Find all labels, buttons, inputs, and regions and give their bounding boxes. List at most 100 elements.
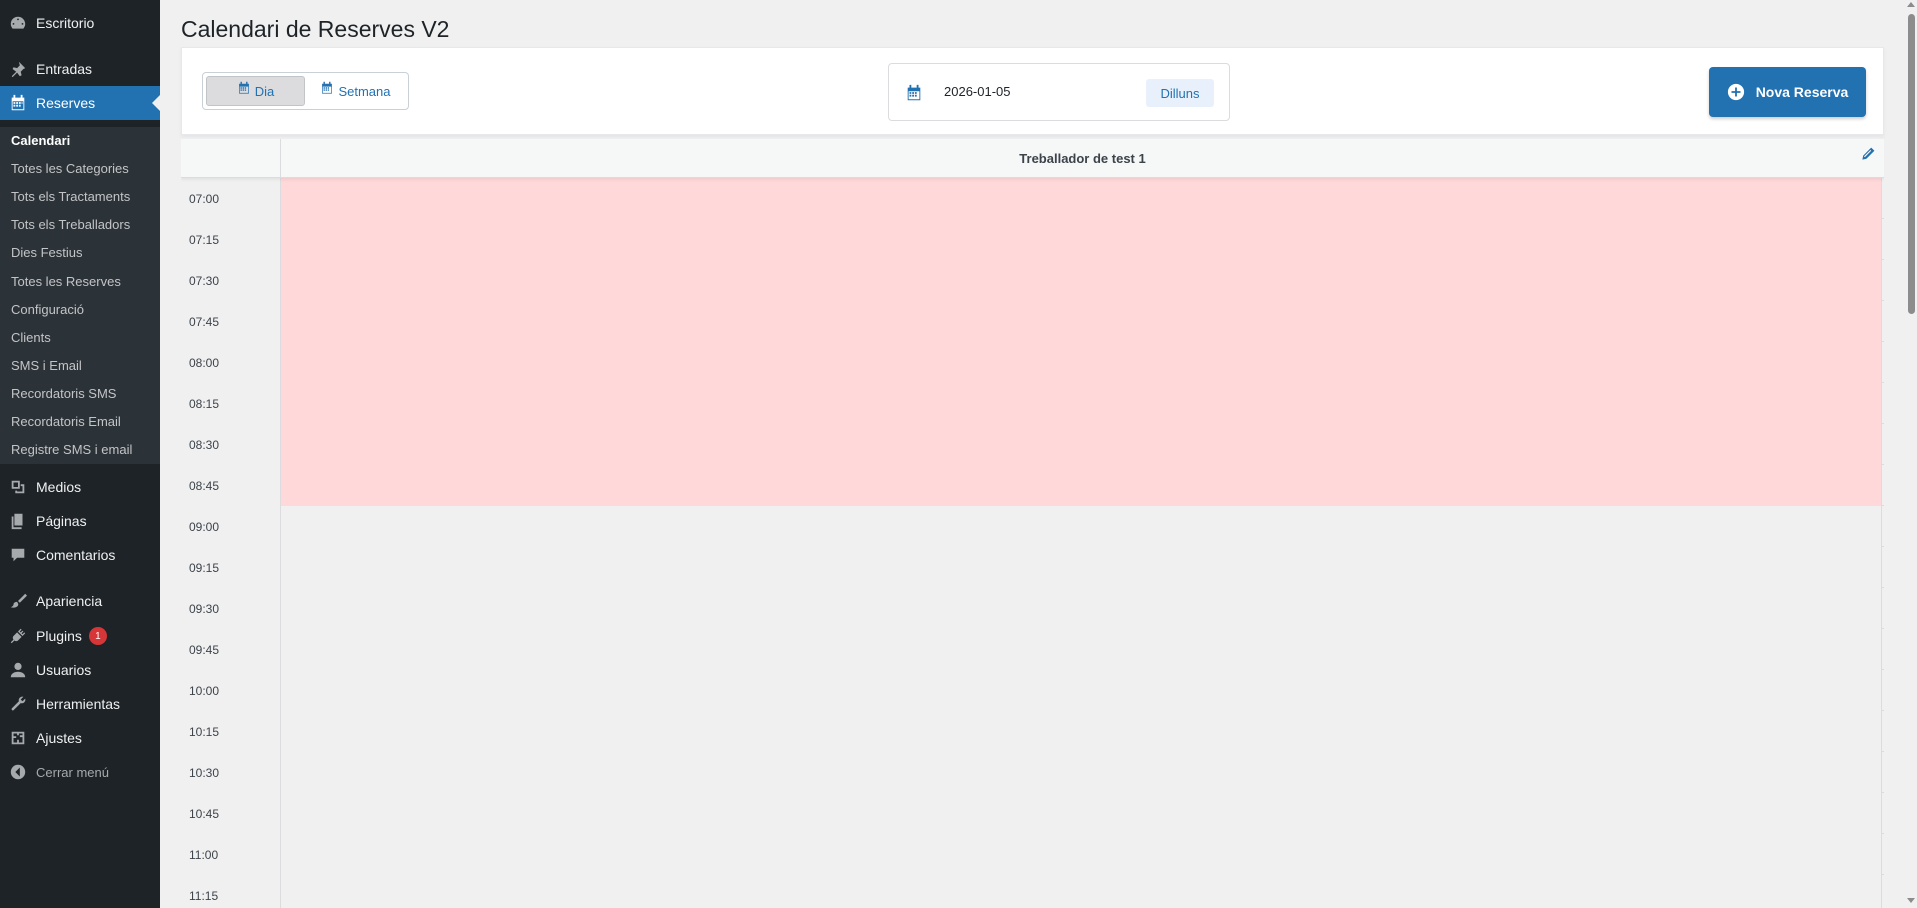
available-slot-cell[interactable]	[281, 670, 1882, 711]
submenu-calendari[interactable]: Calendari	[11, 133, 70, 148]
brush-icon	[0, 592, 36, 610]
submenu-clients[interactable]: Clients	[11, 330, 51, 345]
menu-tools[interactable]: Herramientas	[0, 687, 160, 721]
time-label: 11:00	[181, 834, 281, 875]
available-slot-cell[interactable]	[281, 875, 1882, 908]
unavailable-slot-cell[interactable]	[281, 383, 1882, 424]
unavailable-slot-cell[interactable]	[281, 178, 1882, 219]
available-slot-cell[interactable]	[281, 588, 1882, 629]
menu-dashboard[interactable]: Escritorio	[0, 6, 160, 40]
menu-label: Herramientas	[36, 696, 121, 712]
calendar-icon	[322, 81, 333, 94]
calendar-header: Treballador de test 1	[181, 139, 1884, 178]
time-slot-row: 08:15	[181, 383, 1884, 424]
time-label: 08:30	[181, 424, 281, 465]
media-icon	[0, 478, 36, 496]
menu-posts[interactable]: Entradas	[0, 52, 160, 86]
time-slot-row: 07:15	[181, 219, 1884, 260]
time-label: 09:45	[181, 629, 281, 670]
unavailable-slot-cell[interactable]	[281, 260, 1882, 301]
collapse-icon	[0, 763, 36, 781]
time-label: 08:15	[181, 383, 281, 424]
pencil-icon[interactable]	[1860, 146, 1876, 162]
time-label: 07:00	[181, 178, 281, 219]
submenu-recordatoris-sms[interactable]: Recordatoris SMS	[11, 386, 116, 401]
submenu-treballadors[interactable]: Tots els Treballadors	[11, 217, 130, 232]
menu-label: Reserves	[36, 95, 96, 111]
scrollbar-thumb[interactable]	[1908, 14, 1915, 314]
calendar-toolbar: Dia Setmana Dilluns Nova Reserva	[181, 47, 1884, 135]
time-slot-row: 11:00	[181, 834, 1884, 875]
available-slot-cell[interactable]	[281, 752, 1882, 793]
submenu-categories[interactable]: Totes les Categories	[11, 161, 129, 176]
worker-column-header: Treballador de test 1	[281, 139, 1884, 178]
time-slot-row: 09:15	[181, 547, 1884, 588]
plus-circle-icon	[1727, 83, 1744, 101]
menu-users[interactable]: Usuarios	[0, 653, 160, 687]
worker-name: Treballador de test 1	[1019, 151, 1146, 166]
available-slot-cell[interactable]	[281, 629, 1882, 670]
menu-plugins[interactable]: Plugins 1	[0, 619, 160, 653]
menu-label: Usuarios	[36, 662, 92, 678]
unavailable-slot-cell[interactable]	[281, 219, 1882, 260]
page-title: Calendari de Reserves V2	[181, 16, 450, 42]
time-slot-row: 10:30	[181, 752, 1884, 793]
menu-comments[interactable]: Comentarios	[0, 538, 160, 572]
available-slot-cell[interactable]	[281, 506, 1882, 547]
time-column-header	[181, 139, 281, 178]
time-slot-row: 10:00	[181, 670, 1884, 711]
unavailable-slot-cell[interactable]	[281, 424, 1882, 465]
time-label: 08:45	[181, 465, 281, 506]
submenu-dies-festius[interactable]: Dies Festius	[11, 245, 83, 260]
view-day-button[interactable]: Dia	[206, 76, 305, 106]
plugin-icon	[0, 627, 36, 645]
menu-appearance[interactable]: Apariencia	[0, 584, 160, 618]
collapse-menu-button[interactable]: Cerrar menú	[0, 755, 160, 789]
scroll-up-arrow-icon[interactable]	[1907, 2, 1915, 7]
menu-label: Apariencia	[36, 593, 103, 609]
view-week-button[interactable]: Setmana	[306, 76, 405, 106]
view-day-label: Dia	[254, 83, 275, 99]
new-booking-button[interactable]: Nova Reserva	[1709, 67, 1866, 117]
time-label: 07:45	[181, 301, 281, 342]
unavailable-slot-cell[interactable]	[281, 465, 1882, 506]
menu-label: Cerrar menú	[36, 764, 109, 780]
submenu-sms-email[interactable]: SMS i Email	[11, 358, 82, 373]
menu-label: Ajustes	[36, 730, 82, 746]
day-name-badge: Dilluns	[1146, 79, 1214, 107]
menu-label: Entradas	[36, 61, 93, 77]
vertical-scrollbar[interactable]	[1905, 0, 1917, 908]
pages-icon	[0, 512, 36, 530]
submenu-reserves[interactable]: Totes les Reserves	[11, 274, 121, 289]
wrench-icon	[0, 695, 36, 713]
time-slot-row: 09:00	[181, 506, 1884, 547]
submenu-tractaments[interactable]: Tots els Tractaments	[11, 189, 130, 204]
menu-reserves[interactable]: Reserves	[0, 86, 160, 120]
available-slot-cell[interactable]	[281, 834, 1882, 875]
menu-settings[interactable]: Ajustes	[0, 721, 160, 755]
date-input[interactable]	[944, 84, 1124, 99]
menu-pages[interactable]: Páginas	[0, 504, 160, 538]
scroll-down-arrow-icon[interactable]	[1907, 898, 1915, 903]
time-label: 07:30	[181, 260, 281, 301]
time-label: 10:15	[181, 711, 281, 752]
unavailable-slot-cell[interactable]	[281, 342, 1882, 383]
menu-label: Escritorio	[36, 15, 95, 31]
pin-icon	[0, 60, 36, 78]
menu-media[interactable]: Medios	[0, 470, 160, 504]
unavailable-slot-cell[interactable]	[281, 301, 1882, 342]
submenu-configuracio[interactable]: Configuració	[11, 302, 84, 317]
available-slot-cell[interactable]	[281, 547, 1882, 588]
time-label: 08:00	[181, 342, 281, 383]
time-slots: 07:00 07:15 07:30 07:45 08:00 08:15 08:30 08:45…	[181, 178, 1884, 908]
submenu-registre[interactable]: Registre SMS i email	[11, 442, 132, 457]
menu-label: Medios	[36, 479, 82, 495]
calendar-icon	[907, 84, 921, 101]
menu-label: Plugins	[36, 628, 82, 644]
time-label: 09:00	[181, 506, 281, 547]
submenu-recordatoris-email[interactable]: Recordatoris Email	[11, 414, 121, 429]
day-calendar: Treballador de test 1 07:00 07:15 07:30 07:…	[181, 139, 1884, 908]
dashboard-icon	[0, 14, 36, 32]
available-slot-cell[interactable]	[281, 793, 1882, 834]
available-slot-cell[interactable]	[281, 711, 1882, 752]
